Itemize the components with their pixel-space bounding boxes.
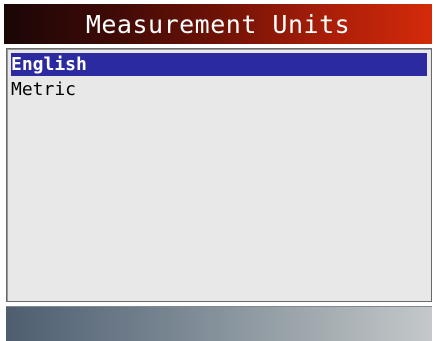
menu-item-metric[interactable]: Metric [11, 78, 427, 101]
device-screen: Measurement Units English Metric [0, 0, 436, 341]
menu-item-english[interactable]: English [11, 53, 427, 76]
page-title: Measurement Units [85, 9, 351, 39]
title-bar: Measurement Units [4, 4, 432, 44]
units-menu-list: English Metric [6, 48, 432, 302]
footer-bar [6, 306, 432, 341]
